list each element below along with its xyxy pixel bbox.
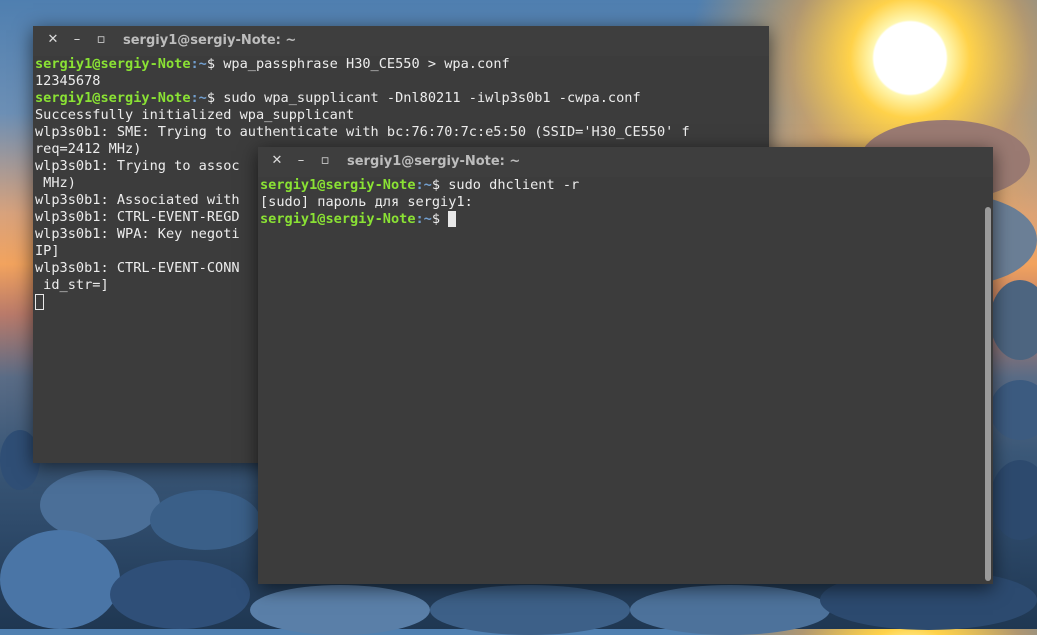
window-title: sergiy1@sergiy-Note: ~ [347,154,521,169]
window-title: sergiy1@sergiy-Note: ~ [123,33,297,48]
pebble [630,585,830,635]
prompt-user: sergiy1@sergiy-Note [35,56,191,72]
command-text: $ sudo wpa_supplicant -Dnl80211 -iwlp3s0… [206,90,641,106]
terminal-output[interactable]: sergiy1@sergiy-Note:~$ sudo dhclient -r[… [258,177,993,228]
prompt-path: :~ [190,56,207,72]
output-line: wlp3s0b1: SME: Trying to authenticate wi… [35,124,690,140]
title-bar[interactable]: ✕ – ▫ sergiy1@sergiy-Note: ~ [258,147,993,177]
prompt-user: sergiy1@sergiy-Note [260,211,416,227]
text-cursor [448,211,457,227]
prompt-line: sergiy1@sergiy-Note:~$ wpa_passphrase H3… [35,56,767,73]
pebble [0,530,120,629]
close-icon[interactable]: ✕ [46,33,60,47]
pebble [150,490,260,550]
maximize-icon[interactable]: ▫ [318,154,332,168]
command-text: $ sudo dhclient -r [431,177,580,193]
minimize-icon[interactable]: – [70,33,84,47]
pebble [990,380,1037,440]
scrollbar-thumb[interactable] [985,207,991,581]
pebble [990,460,1037,540]
minimize-icon[interactable]: – [294,154,308,168]
command-text: $ [431,211,449,227]
prompt-line: sergiy1@sergiy-Note:~$ sudo wpa_supplica… [35,90,767,107]
prompt-user: sergiy1@sergiy-Note [35,90,191,106]
command-text: $ wpa_passphrase H30_CE550 > wpa.conf [206,56,510,72]
output-line: [sudo] пароль для sergiy1: [260,194,473,210]
text-cursor [35,294,44,310]
output-line: Successfully initialized wpa_supplicant [35,107,355,123]
prompt-path: :~ [415,211,432,227]
output-line: 12345678 [35,73,101,89]
maximize-icon[interactable]: ▫ [94,33,108,47]
prompt-path: :~ [415,177,432,193]
prompt-path: :~ [190,90,207,106]
scrollbar[interactable] [985,207,991,581]
pebble [110,560,250,629]
terminal-window-front[interactable]: ✕ – ▫ sergiy1@sergiy-Note: ~ sergiy1@ser… [258,147,993,584]
prompt-line: sergiy1@sergiy-Note:~$ [260,211,991,228]
prompt-line: sergiy1@sergiy-Note:~$ sudo dhclient -r [260,177,991,194]
pebble [990,280,1037,360]
title-bar[interactable]: ✕ – ▫ sergiy1@sergiy-Note: ~ [33,26,769,56]
pebble [250,585,430,635]
pebble [430,585,630,635]
prompt-user: sergiy1@sergiy-Note [260,177,416,193]
close-icon[interactable]: ✕ [270,154,284,168]
